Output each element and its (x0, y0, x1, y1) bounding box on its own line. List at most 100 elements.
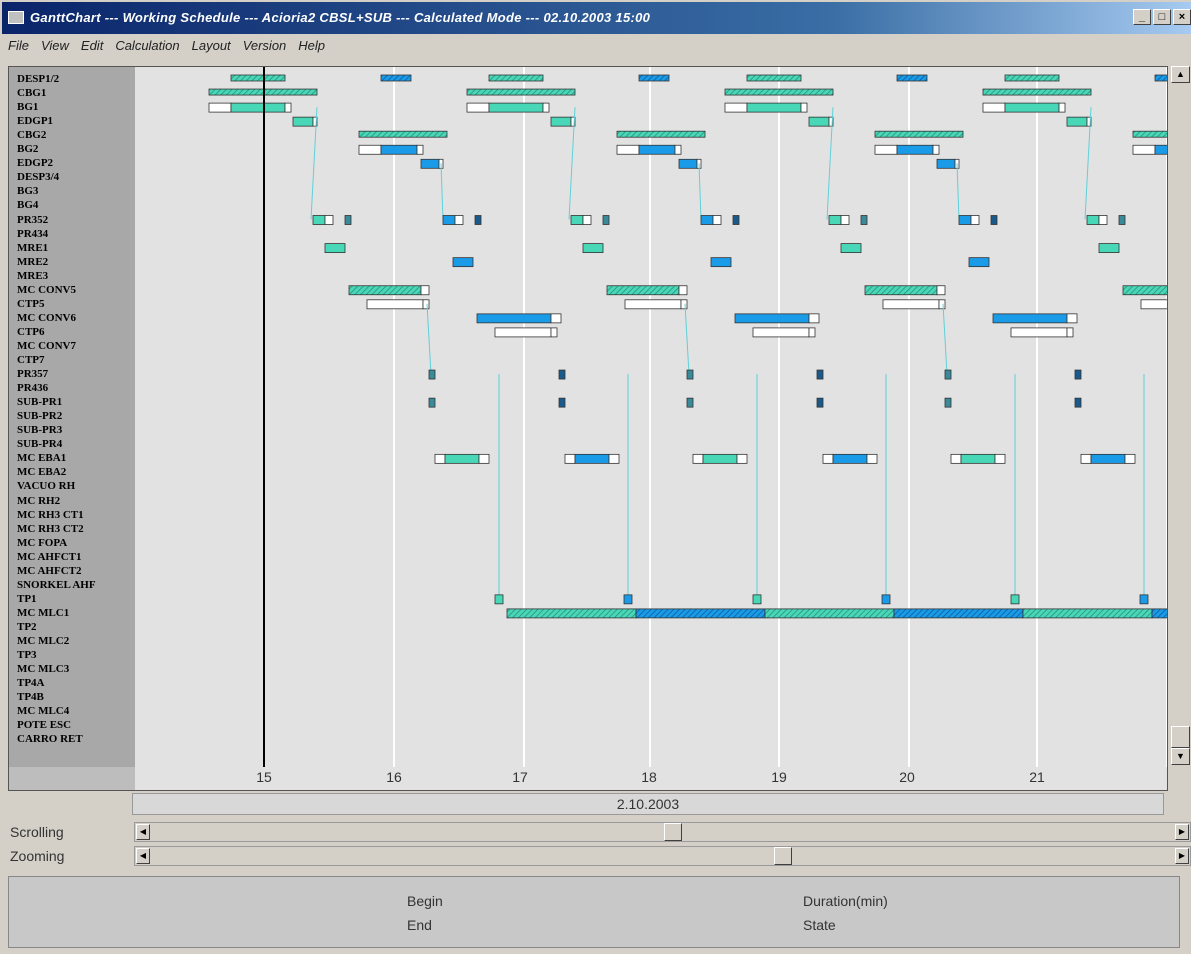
menu-edit[interactable]: Edit (75, 35, 109, 57)
bar-tail (736, 453, 748, 464)
gantt-bar (1098, 243, 1120, 254)
gantt-bar (990, 215, 998, 225)
zooming-thumb[interactable] (774, 847, 793, 865)
menu-layout[interactable]: Layout (186, 35, 237, 57)
gantt-bar (893, 608, 1024, 619)
gantt-bar (474, 215, 482, 225)
bar-tail (866, 453, 878, 464)
row-label: PR357 (17, 368, 49, 381)
row-label: MC RH3 CT2 (17, 522, 84, 535)
duration-label: Duration(min) (803, 893, 888, 909)
axis-tick-label: 17 (512, 769, 528, 785)
row-label: CBG1 (17, 87, 47, 100)
bar-tail (478, 453, 490, 464)
row-label: SUB-PR3 (17, 424, 63, 437)
gantt-bar (881, 594, 891, 605)
row-label: BG3 (17, 185, 39, 198)
gantt-bar (1010, 327, 1068, 338)
gantt-bar (1132, 130, 1167, 138)
gantt-bar (816, 397, 824, 408)
gantt-bar (312, 215, 326, 225)
gantt-bar (702, 453, 738, 464)
gantt-bar (635, 608, 766, 619)
scroll-up-icon[interactable]: ▲ (1171, 66, 1190, 83)
bar-white (1080, 453, 1092, 464)
scroll-left-icon[interactable]: ◀ (136, 824, 150, 840)
minimize-button[interactable]: _ (1133, 9, 1151, 25)
bar-tail (970, 215, 980, 225)
zooming-slider[interactable]: ◀ ▶ (134, 846, 1191, 866)
gantt-bar (616, 130, 706, 138)
gantt-bar (606, 285, 680, 296)
row-label: DESP1/2 (17, 73, 60, 85)
gantt-bar (348, 285, 422, 296)
scroll-thumb[interactable] (1171, 726, 1190, 748)
gantt-bar (624, 299, 682, 310)
title-bar: GanttChart --- Working Schedule --- Acio… (2, 2, 1191, 34)
gantt-bar (686, 369, 694, 380)
bar-tail (800, 102, 808, 113)
gantt-bar (936, 158, 956, 169)
bar-white (466, 102, 490, 113)
axis-tick-label: 21 (1029, 769, 1045, 785)
info-panel: Begin End Duration(min) State (8, 876, 1180, 948)
gantt-bar (344, 215, 352, 225)
gantt-bar (358, 130, 448, 138)
row-label: EDGP1 (17, 115, 54, 128)
gantt-bar (874, 130, 964, 138)
gantt-bar (602, 215, 610, 225)
row-label: SNORKEL AHF (17, 578, 96, 591)
gantt-bar (324, 243, 346, 254)
app-icon (8, 11, 24, 24)
bar-white (874, 144, 898, 155)
vertical-scrollbar[interactable]: ▲ ▼ (1170, 66, 1191, 766)
scrolling-label: Scrolling (10, 824, 64, 840)
gantt-bar (960, 453, 996, 464)
bar-tail (416, 144, 424, 155)
gantt-bar (752, 327, 810, 338)
gantt-bar (1151, 608, 1167, 619)
bar-white (822, 453, 834, 464)
bar-tail (678, 285, 688, 296)
gantt-bar (860, 215, 868, 225)
row-label: DESP3/4 (17, 171, 60, 184)
close-button[interactable]: × (1173, 9, 1191, 25)
gantt-plot-area[interactable] (135, 67, 1167, 767)
row-label: SUB-PR2 (17, 410, 63, 423)
menu-bar: File View Edit Calculation Layout Versio… (2, 35, 1191, 57)
row-label: CTP6 (17, 325, 45, 338)
row-label: CARRO RET (17, 733, 83, 746)
menu-view[interactable]: View (35, 35, 75, 57)
end-label: End (407, 917, 432, 933)
menu-file[interactable]: File (2, 35, 35, 57)
menu-calculation[interactable]: Calculation (109, 35, 185, 57)
zoom-right-icon[interactable]: ▶ (1175, 848, 1189, 864)
row-label: TP1 (17, 592, 37, 605)
row-label: MRE1 (17, 241, 49, 254)
menu-help[interactable]: Help (292, 35, 331, 57)
scroll-down-icon[interactable]: ▼ (1171, 748, 1190, 765)
gantt-bar (1140, 299, 1167, 310)
row-label: MC MLC4 (17, 705, 70, 718)
gantt-bar (686, 397, 694, 408)
gantt-bar (1004, 102, 1060, 113)
zoom-left-icon[interactable]: ◀ (136, 848, 150, 864)
row-label: BG2 (17, 143, 39, 156)
bar-tail (550, 313, 562, 324)
gantt-bar (1139, 594, 1149, 605)
bar-white (358, 144, 382, 155)
gantt-bar (638, 74, 670, 82)
gantt-bar (992, 313, 1068, 324)
row-label: SUB-PR1 (17, 396, 63, 409)
gantt-bar (428, 397, 436, 408)
date-bar: 2.10.2003 (132, 793, 1164, 815)
scroll-right-icon[interactable]: ▶ (1175, 824, 1189, 840)
gantt-bar (420, 158, 440, 169)
scrolling-thumb[interactable] (663, 823, 682, 841)
maximize-button[interactable]: □ (1153, 9, 1171, 25)
menu-version[interactable]: Version (237, 35, 293, 57)
scrolling-slider[interactable]: ◀ ▶ (134, 822, 1191, 842)
gantt-bar (1066, 116, 1088, 127)
gantt-bar (1004, 74, 1060, 82)
link-line (942, 303, 948, 375)
